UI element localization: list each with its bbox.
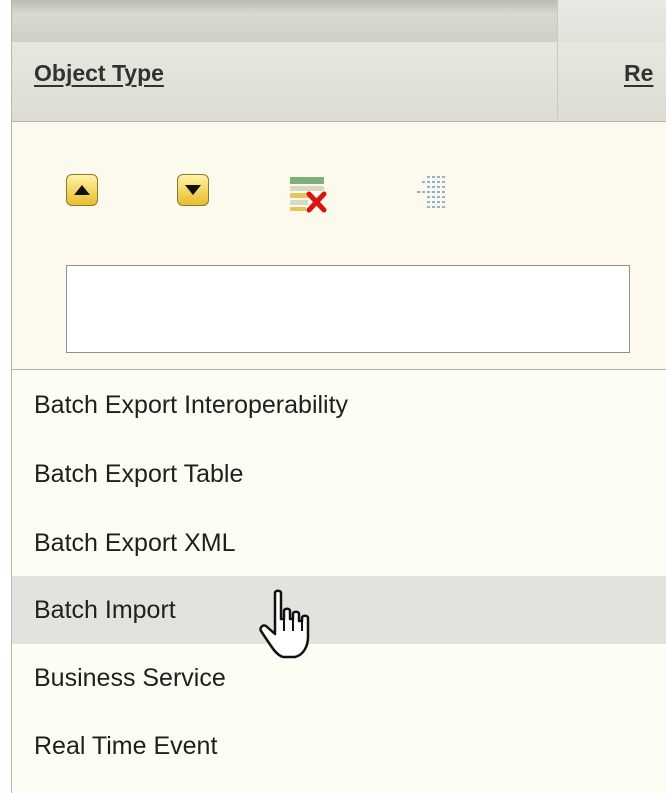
move-up-button[interactable] [66,174,98,206]
header-top-bar [12,0,558,42]
list-item-label: Batch Export XML [34,529,236,557]
filter-input[interactable] [66,265,630,353]
list-item-hovered[interactable]: Batch Import [12,576,666,644]
clear-filter-icon [290,177,327,213]
grid-view-button[interactable] [413,174,453,214]
list-item[interactable]: Batch Export XML [12,509,666,577]
panel-left-border [0,0,12,793]
object-type-column-header[interactable]: Object Type [34,60,164,87]
list-item-label: Real Time Event [34,732,218,760]
list-item-label: Business Service [34,664,226,692]
list-item-label: Batch Export Interoperability [34,391,349,419]
arrow-down-icon [185,185,201,195]
next-column-header[interactable]: Re [624,60,653,87]
arrow-up-icon [74,185,90,195]
clear-filter-button[interactable] [288,174,328,214]
grid-icon [417,176,445,208]
header-top-bar-right [558,0,666,42]
column-separator[interactable] [557,0,558,122]
list-item[interactable]: Business Service [12,644,666,712]
list-item[interactable]: Batch Export Table [12,440,666,508]
list-item-label: Batch Import [34,596,176,624]
list-item-label: Batch Export Table [34,460,244,488]
object-type-panel: Object Type Re Batch Export Interoperabi… [0,0,666,793]
list-item[interactable]: Batch Export Interoperability [12,371,666,439]
list-item[interactable]: Real Time Event [12,712,666,780]
move-down-button[interactable] [177,174,209,206]
